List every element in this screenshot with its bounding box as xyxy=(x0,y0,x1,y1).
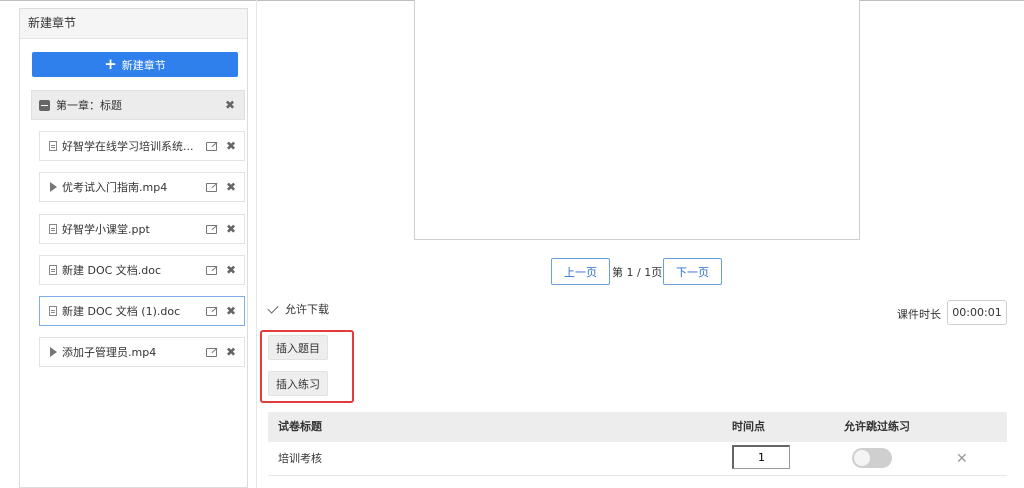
chapter-label: 第一章：标题 xyxy=(56,99,122,112)
allow-skip-toggle[interactable] xyxy=(852,448,892,468)
header-title: 试卷标题 xyxy=(278,420,322,433)
edit-icon[interactable] xyxy=(206,347,217,357)
next-page-button[interactable]: 下一页 xyxy=(663,258,722,285)
lesson-label: 好智学在线学习培训系统... xyxy=(62,140,194,153)
file-icon xyxy=(49,265,57,275)
lesson-item[interactable]: 好智学小课堂.ppt ✖ xyxy=(39,214,245,244)
lesson-label: 新建 DOC 文档 (1).doc xyxy=(62,305,181,318)
lesson-item-selected[interactable]: 新建 DOC 文档 (1).doc ✖ xyxy=(39,296,245,326)
lesson-item[interactable]: 好智学在线学习培训系统... ✖ xyxy=(39,131,245,161)
lesson-label: 新建 DOC 文档.doc xyxy=(62,264,162,277)
delete-icon[interactable]: ✖ xyxy=(226,140,236,152)
lesson-label: 优考试入门指南.mp4 xyxy=(62,181,168,194)
allow-download-label: 允许下载 xyxy=(285,303,329,316)
lesson-item[interactable]: 新建 DOC 文档.doc ✖ xyxy=(39,255,245,285)
check-icon xyxy=(267,301,279,314)
insert-question-button[interactable]: 插入题目 xyxy=(268,335,328,360)
document-preview xyxy=(414,0,860,240)
play-icon xyxy=(50,182,57,192)
delete-chapter-icon[interactable]: ✖ xyxy=(225,99,235,111)
chapter-item[interactable]: 第一章：标题 ✖ xyxy=(31,90,245,120)
delete-icon[interactable]: ✖ xyxy=(226,346,236,358)
delete-icon[interactable]: ✖ xyxy=(226,305,236,317)
edit-icon[interactable] xyxy=(206,306,217,316)
row-title: 培训考核 xyxy=(278,452,322,465)
edit-icon[interactable] xyxy=(206,141,217,151)
new-chapter-button[interactable]: + 新建章节 xyxy=(32,52,238,77)
delete-icon[interactable]: ✖ xyxy=(226,264,236,276)
lesson-label: 添加子管理员.mp4 xyxy=(62,346,157,359)
table-row: 培训考核 ✕ xyxy=(268,442,1007,476)
lesson-item[interactable]: 添加子管理员.mp4 ✖ xyxy=(39,337,245,367)
time-point-input[interactable] xyxy=(732,445,790,469)
panel-divider xyxy=(256,0,257,488)
page-indicator: 第 1 / 1页 xyxy=(612,266,663,279)
plus-icon: + xyxy=(104,55,117,73)
file-icon xyxy=(49,224,57,234)
duration-input[interactable] xyxy=(947,300,1007,325)
edit-icon[interactable] xyxy=(206,265,217,275)
prev-page-button[interactable]: 上一页 xyxy=(551,258,610,285)
lesson-item[interactable]: 优考试入门指南.mp4 ✖ xyxy=(39,172,245,202)
header-skip: 允许跳过练习 xyxy=(844,420,910,433)
delete-icon[interactable]: ✖ xyxy=(226,181,236,193)
panel-title: 新建章节 xyxy=(20,9,247,39)
insert-exercise-button[interactable]: 插入练习 xyxy=(268,371,328,396)
file-icon xyxy=(49,306,57,316)
play-icon xyxy=(50,347,57,357)
delete-icon[interactable]: ✖ xyxy=(226,223,236,235)
table-header: 试卷标题 时间点 允许跳过练习 xyxy=(268,412,1007,442)
duration-label: 课件时长 xyxy=(897,308,941,321)
file-icon xyxy=(49,141,57,151)
chapter-panel: 新建章节 + 新建章节 第一章：标题 ✖ 好智学在线学习培训系统... ✖ 优考… xyxy=(19,8,248,488)
allow-download-checkbox[interactable]: 允许下载 xyxy=(267,301,329,317)
collapse-icon[interactable] xyxy=(39,99,50,111)
new-chapter-label: 新建章节 xyxy=(121,58,166,72)
edit-icon[interactable] xyxy=(206,182,217,192)
header-time: 时间点 xyxy=(732,420,765,433)
delete-row-icon[interactable]: ✕ xyxy=(956,442,968,476)
edit-icon[interactable] xyxy=(206,224,217,234)
lesson-label: 好智学小课堂.ppt xyxy=(62,223,150,236)
